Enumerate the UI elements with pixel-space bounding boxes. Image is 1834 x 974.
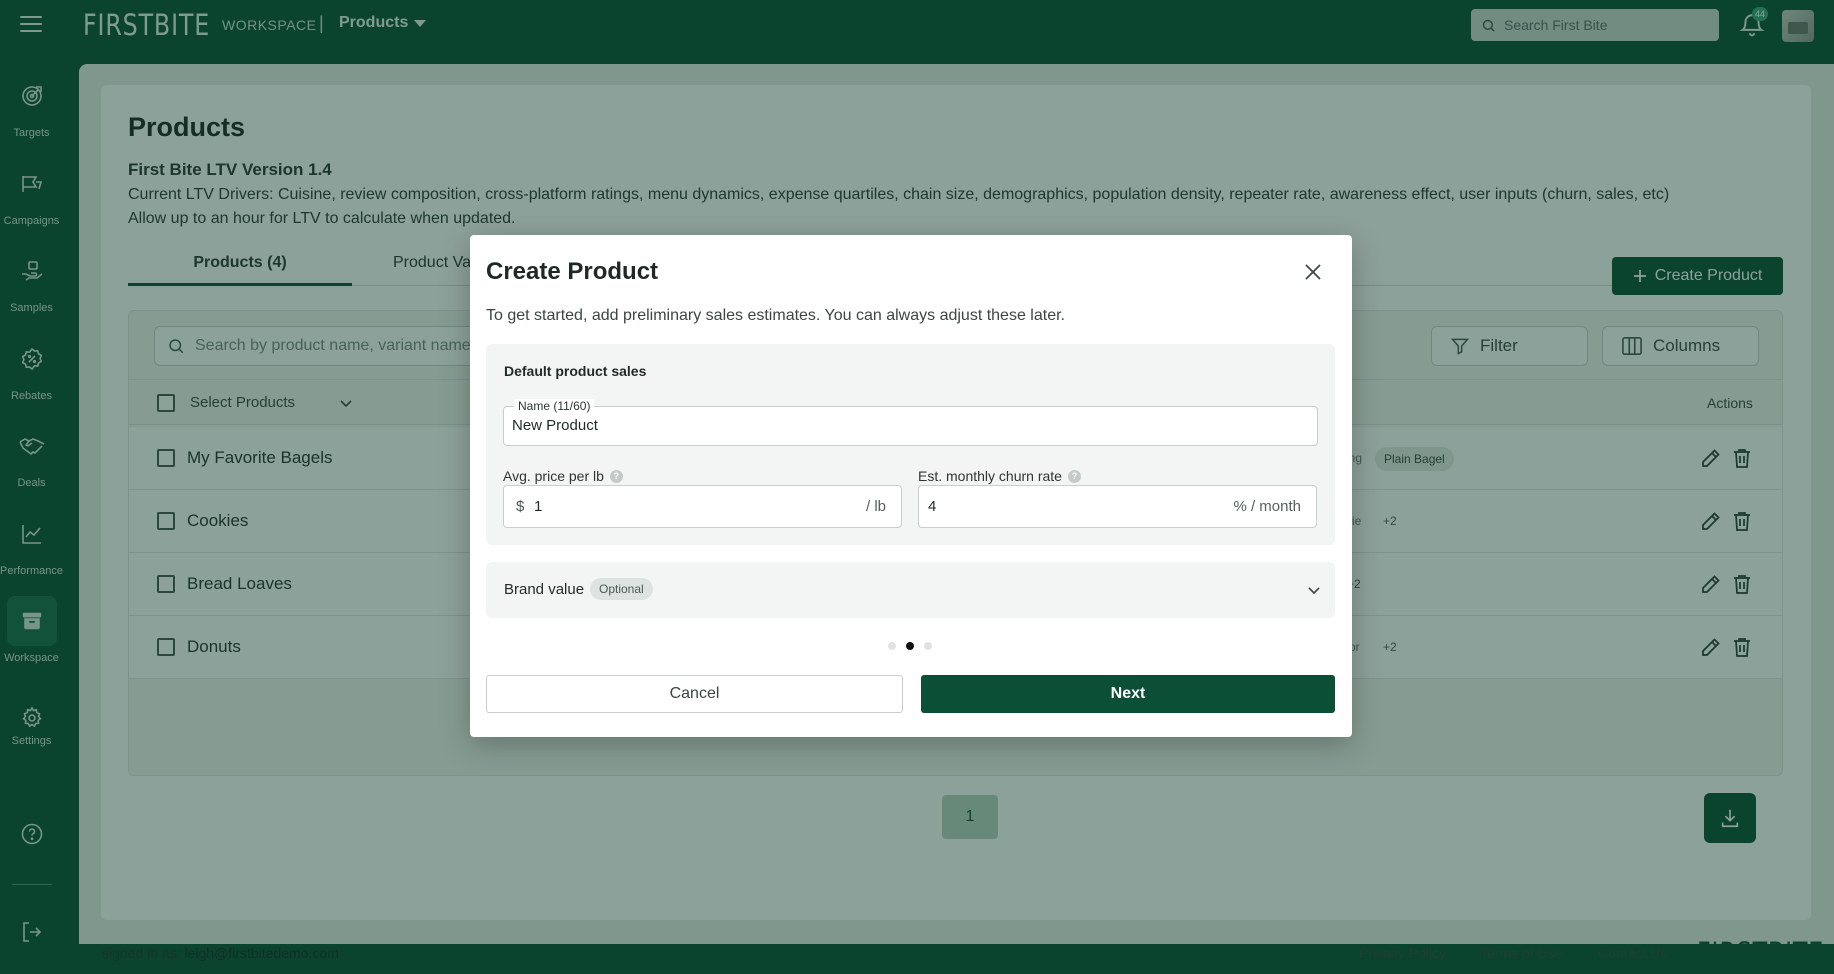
product-name-input[interactable] <box>512 417 1302 434</box>
cancel-button[interactable]: Cancel <box>486 675 903 713</box>
churn-label-text: Est. monthly churn rate <box>918 468 1062 484</box>
price-input[interactable] <box>534 498 734 515</box>
price-label: Avg. price per lb ? <box>503 468 623 484</box>
step-dot <box>924 642 932 650</box>
section-title: Default product sales <box>504 363 647 379</box>
product-name-field[interactable]: Name (11/60) <box>503 399 1318 446</box>
price-label-text: Avg. price per lb <box>503 468 604 484</box>
price-unit-suffix: / lb <box>865 498 886 515</box>
close-icon[interactable] <box>1302 261 1324 283</box>
default-product-sales-section: Default product sales Name (11/60) Avg. … <box>486 344 1335 545</box>
help-icon[interactable]: ? <box>609 469 623 483</box>
name-field-label: Name (11/60) <box>514 399 595 413</box>
step-dot-active <box>906 642 914 650</box>
churn-field[interactable]: % / month <box>918 485 1317 528</box>
next-button[interactable]: Next <box>921 675 1335 713</box>
step-dot <box>888 642 896 650</box>
currency-prefix: $ <box>516 498 525 515</box>
create-product-modal: Create Product To get started, add preli… <box>470 235 1352 737</box>
brand-value-label: Brand value <box>504 581 585 598</box>
help-icon[interactable]: ? <box>1067 469 1081 483</box>
brand-value-accordion[interactable]: Brand value Optional <box>486 562 1335 618</box>
optional-badge: Optional <box>590 578 653 600</box>
price-field[interactable]: $ / lb <box>503 485 902 528</box>
chevron-down-icon <box>1308 587 1320 595</box>
churn-label: Est. monthly churn rate ? <box>918 468 1081 484</box>
modal-subtitle: To get started, add preliminary sales es… <box>486 307 1065 324</box>
churn-unit-suffix: % / month <box>1233 498 1301 515</box>
step-indicator <box>888 642 932 650</box>
modal-title: Create Product <box>486 258 659 285</box>
churn-input[interactable] <box>928 498 1128 515</box>
